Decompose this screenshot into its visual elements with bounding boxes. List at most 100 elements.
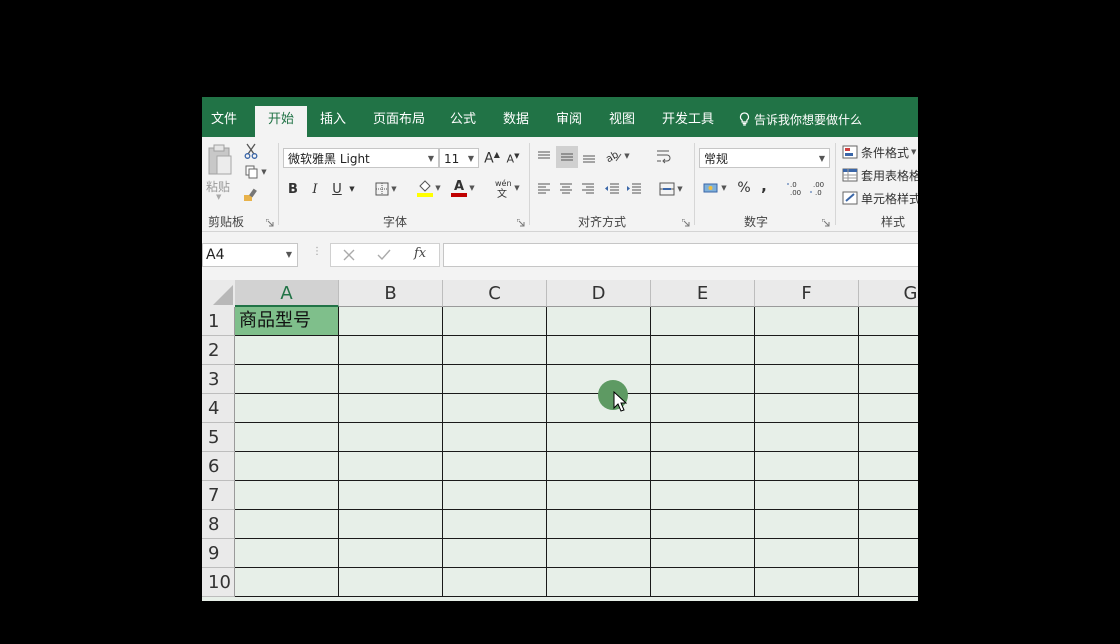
tab-formulas[interactable]: 公式 [450,97,476,137]
cell-b1[interactable] [339,307,443,336]
cell-f4[interactable] [755,394,859,423]
row-header-3[interactable]: 3 [202,365,235,394]
cell-g2[interactable] [859,336,918,365]
align-center-button[interactable] [557,180,575,198]
tab-review[interactable]: 审阅 [556,97,582,137]
cell-b2[interactable] [339,336,443,365]
cell-e10[interactable] [651,568,755,597]
cell-f2[interactable] [755,336,859,365]
tab-file[interactable]: 文件 [211,97,237,137]
cell-g5[interactable] [859,423,918,452]
cell-c2[interactable] [443,336,547,365]
font-size-dropdown[interactable]: 11 ▼ [439,148,479,168]
increase-font-button[interactable]: A▲ [483,148,501,168]
cell-d6[interactable] [547,452,651,481]
cell-c1[interactable] [443,307,547,336]
row-header-10[interactable]: 10 [202,568,235,597]
percent-style-button[interactable]: % [736,179,752,197]
decrease-indent-button[interactable] [603,180,621,198]
cell-b6[interactable] [339,452,443,481]
cell-e8[interactable] [651,510,755,539]
row-header-7[interactable]: 7 [202,481,235,510]
cell-f1[interactable] [755,307,859,336]
cell-g4[interactable] [859,394,918,423]
conditional-formatting-button[interactable]: 条件格式 ▼ [842,142,918,162]
cell-a4[interactable] [235,394,339,423]
column-header-d[interactable]: D [547,280,651,307]
cell-e3[interactable] [651,365,755,394]
cell-d5[interactable] [547,423,651,452]
underline-button[interactable]: U [329,180,345,198]
formula-input[interactable] [443,243,918,267]
cell-d1[interactable] [547,307,651,336]
cell-f5[interactable] [755,423,859,452]
borders-button[interactable]: ▼ [370,180,402,198]
cell-c4[interactable] [443,394,547,423]
cell-c10[interactable] [443,568,547,597]
cut-button[interactable] [242,142,260,160]
increase-indent-button[interactable] [625,180,643,198]
cell-d8[interactable] [547,510,651,539]
decrease-font-button[interactable]: A▼ [505,150,521,168]
column-header-e[interactable]: E [651,280,755,307]
row-header-1[interactable]: 1 [202,307,235,336]
align-middle-button[interactable] [556,146,578,168]
phonetic-guide-button[interactable]: wén 文 ▼ [492,177,522,199]
cell-g9[interactable] [859,539,918,568]
orientation-button[interactable]: ab ▼ [604,146,632,166]
cell-c8[interactable] [443,510,547,539]
format-as-table-button[interactable]: 套用表格格 [842,165,918,185]
cell-d10[interactable] [547,568,651,597]
clipboard-launcher-icon[interactable] [266,219,274,227]
row-header-6[interactable]: 6 [202,452,235,481]
align-left-button[interactable] [535,180,553,198]
enter-check-icon[interactable] [377,249,391,261]
column-header-b[interactable]: B [339,280,443,307]
cell-b4[interactable] [339,394,443,423]
row-header-9[interactable]: 9 [202,539,235,568]
tab-insert[interactable]: 插入 [320,97,346,137]
cell-b8[interactable] [339,510,443,539]
cell-c6[interactable] [443,452,547,481]
number-launcher-icon[interactable] [822,219,830,227]
cell-g10[interactable] [859,568,918,597]
cell-e4[interactable] [651,394,755,423]
cell-f6[interactable] [755,452,859,481]
accounting-format-button[interactable]: ▼ [700,178,730,198]
copy-button[interactable]: ▼ [240,163,272,181]
column-header-g[interactable]: G [859,280,918,307]
cell-g8[interactable] [859,510,918,539]
cell-d7[interactable] [547,481,651,510]
merge-center-button[interactable]: ▼ [655,180,687,198]
cell-a6[interactable] [235,452,339,481]
cell-c9[interactable] [443,539,547,568]
row-header-2[interactable]: 2 [202,336,235,365]
tell-me-search[interactable]: 告诉我你想要做什么 [739,97,862,137]
tab-view[interactable]: 视图 [609,97,635,137]
cell-e7[interactable] [651,481,755,510]
cell-a5[interactable] [235,423,339,452]
paste-button[interactable] [206,143,234,177]
cell-e5[interactable] [651,423,755,452]
cell-b10[interactable] [339,568,443,597]
cell-b5[interactable] [339,423,443,452]
bold-button[interactable]: B [285,180,301,198]
select-all-button[interactable] [202,280,236,308]
cell-a10[interactable] [235,568,339,597]
font-launcher-icon[interactable] [517,219,525,227]
column-header-c[interactable]: C [443,280,547,307]
column-header-a[interactable]: A [235,280,339,307]
italic-button[interactable]: I [307,180,323,198]
cell-f8[interactable] [755,510,859,539]
align-right-button[interactable] [579,180,597,198]
increase-decimal-button[interactable]: .0.00 [787,179,805,197]
cell-g7[interactable] [859,481,918,510]
underline-dropdown[interactable]: ▼ [347,180,357,198]
cell-d9[interactable] [547,539,651,568]
row-header-5[interactable]: 5 [202,423,235,452]
fill-color-button[interactable]: ▼ [414,177,444,199]
cell-a3[interactable] [235,365,339,394]
font-name-dropdown[interactable]: 微软雅黑 Light ▼ [283,148,439,168]
align-bottom-button[interactable] [580,148,598,166]
tab-page-layout[interactable]: 页面布局 [373,97,425,137]
